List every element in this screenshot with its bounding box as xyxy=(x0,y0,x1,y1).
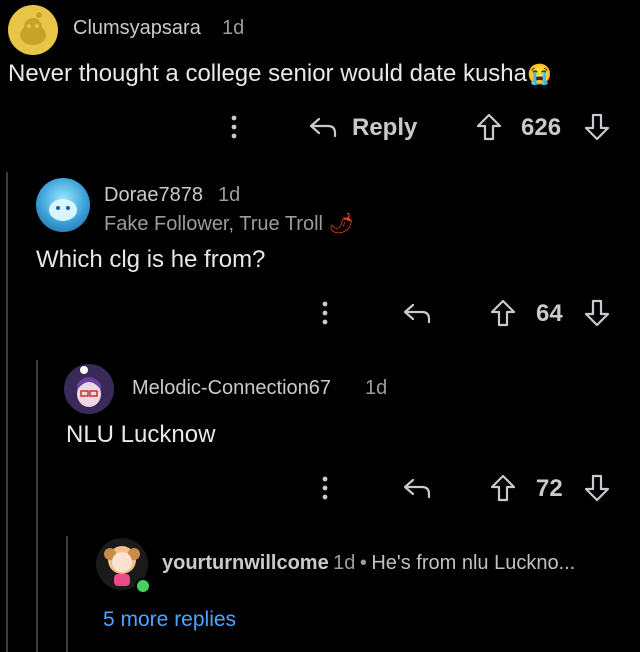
snoo-avatar-icon xyxy=(77,366,101,407)
comment-username[interactable]: yourturnwillcome xyxy=(162,552,329,574)
online-dot-icon xyxy=(135,578,151,594)
collapsed-reply-line: yourturnwillcome 1d • He's from nlu Luck… xyxy=(162,552,575,575)
reply-button[interactable]: Reply xyxy=(308,112,420,144)
user-avatar[interactable] xyxy=(36,178,90,232)
thread-line[interactable] xyxy=(36,360,38,652)
reply-preview: He's from nlu Luckno... xyxy=(371,552,576,574)
vote-count: 64 xyxy=(536,300,563,327)
comment-age: 1d xyxy=(365,377,388,399)
comment-age: 1d xyxy=(333,552,356,574)
upvote-icon[interactable] xyxy=(489,298,517,328)
comment-username[interactable]: Dorae7878 xyxy=(104,184,203,207)
downvote-icon[interactable] xyxy=(583,112,611,142)
vote-count: 626 xyxy=(521,114,562,141)
thread-line[interactable] xyxy=(66,536,68,652)
more-options-icon[interactable] xyxy=(226,114,242,140)
snoo-avatar-icon xyxy=(20,12,46,45)
reply-arrow-icon[interactable] xyxy=(402,300,432,326)
comment-age: 1d xyxy=(222,17,245,39)
more-options-icon[interactable] xyxy=(317,475,333,501)
comment-body: Never thought a college senior would dat… xyxy=(8,60,552,88)
comment-username[interactable]: Clumsyapsara xyxy=(73,17,201,40)
more-options-icon[interactable] xyxy=(317,300,333,326)
downvote-icon[interactable] xyxy=(583,473,611,503)
separator-dot: • xyxy=(359,552,367,574)
user-avatar[interactable] xyxy=(64,364,114,414)
reply-arrow-icon[interactable] xyxy=(402,475,432,501)
user-flair-text: Fake Follower, True Troll xyxy=(104,213,323,235)
comment-body-text: Never thought a college senior would dat… xyxy=(8,60,527,87)
snoo-avatar-icon xyxy=(49,199,77,221)
comment-age: 1d xyxy=(218,184,241,206)
crying-emoji: 😭 xyxy=(527,64,552,86)
user-flair: Fake Follower, True Troll 🌶 xyxy=(104,211,354,236)
downvote-icon[interactable] xyxy=(583,298,611,328)
reply-label: Reply xyxy=(352,114,418,141)
comment-body: Which clg is he from? xyxy=(36,246,266,273)
upvote-icon[interactable] xyxy=(489,473,517,503)
more-replies-link[interactable]: 5 more replies xyxy=(103,608,236,632)
reply-arrow-icon xyxy=(309,117,337,138)
user-avatar[interactable] xyxy=(8,5,58,55)
comment-body: NLU Lucknow xyxy=(66,421,216,448)
upvote-icon[interactable] xyxy=(475,112,503,142)
vote-count: 72 xyxy=(536,475,563,502)
thread-line[interactable] xyxy=(6,172,8,652)
comment-username[interactable]: Melodic-Connection67 xyxy=(132,377,331,400)
chili-emoji: 🌶 xyxy=(328,213,354,235)
